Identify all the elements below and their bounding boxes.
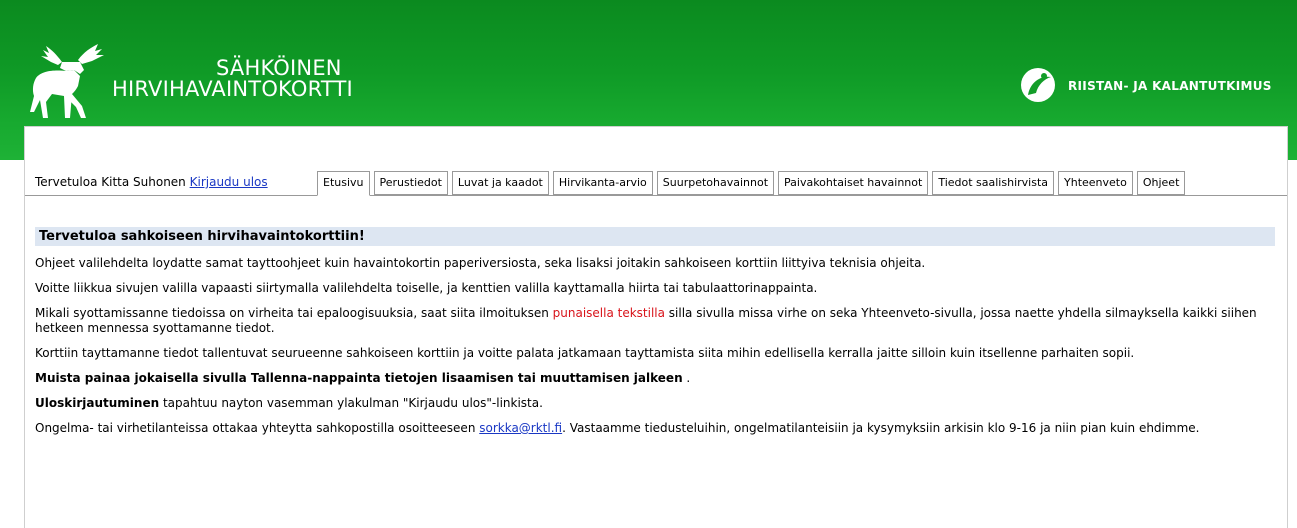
main-panel: Tervetuloa Kitta Suhonen Kirjaudu ulos E… [24, 126, 1288, 528]
page-heading: Tervetuloa sahkoiseen hirvihavaintokortt… [35, 227, 1275, 246]
save-reminder-bold: Muista painaa jokaisella sivulla Tallenn… [35, 371, 683, 385]
paragraph-logout: Uloskirjautuminen tapahtuu nayton vasemm… [35, 396, 1275, 411]
org-name: RIISTAN- JA KALANTUTKIMUS [1068, 79, 1272, 93]
logout-bold: Uloskirjautuminen [35, 396, 160, 410]
tab-tiedot-saalishirvista[interactable]: Tiedot saalishirvista [932, 171, 1054, 195]
greeting-text: Tervetuloa Kitta Suhonen [35, 175, 186, 189]
contact-email-link[interactable]: sorkka@rktl.fi [479, 421, 562, 435]
contact-text-before: Ongelma- tai virhetilanteissa ottakaa yh… [35, 421, 480, 435]
save-reminder-after: . [682, 371, 691, 385]
paragraph-errors: Mikali syottamissanne tiedoissa on virhe… [35, 306, 1275, 336]
tab-suurpetohavainnot[interactable]: Suurpetohavainnot [656, 171, 775, 195]
app-title-line2: HIRVIHAVAINTOKORTTI [112, 77, 353, 101]
tab-yhteenveto[interactable]: Yhteenveto [1058, 171, 1133, 195]
tab-ohjeet[interactable]: Ohjeet [1136, 171, 1186, 195]
errors-text-before: Mikali syottamissanne tiedoissa on virhe… [35, 306, 553, 320]
tab-etusivu[interactable]: Etusivu [317, 171, 370, 196]
logout-text: tapahtuu nayton vasemman ylakulman "Kirj… [159, 396, 543, 410]
paragraph-instructions: Ohjeet valilehdelta loydatte samat taytt… [35, 256, 926, 270]
moose-logo-icon [30, 44, 104, 118]
paragraph-contact: Ongelma- tai virhetilanteissa ottakaa yh… [35, 421, 1275, 436]
paragraph-saving: Korttiin tayttamanne tiedot tallentuvat … [35, 346, 1135, 360]
app-title: SÄHKÖINEN HIRVIHAVAINTOKORTTI [112, 58, 353, 100]
app-title-line1: SÄHKÖINEN [216, 56, 342, 80]
page-content: Tervetuloa sahkoiseen hirvihavaintokortt… [35, 227, 1275, 446]
tab-paivakohtaiset-havainnot[interactable]: Paivakohtaiset havainnot [778, 171, 929, 195]
paragraph-save-reminder: Muista painaa jokaisella sivulla Tallenn… [35, 371, 1275, 386]
tab-hirvikanta-arvio[interactable]: Hirvikanta-arvio [552, 171, 653, 195]
logout-link[interactable]: Kirjaudu ulos [190, 175, 268, 189]
rktl-logo-icon [1021, 68, 1055, 102]
user-greeting: Tervetuloa Kitta Suhonen Kirjaudu ulos [35, 175, 268, 189]
tab-luvat-ja-kaadot[interactable]: Luvat ja kaadot [451, 171, 549, 195]
contact-text-after: . Vastaamme tiedusteluihin, ongelmatilan… [562, 421, 1200, 435]
errors-red-text: punaisella tekstilla [552, 306, 665, 320]
tab-perustiedot[interactable]: Perustiedot [373, 171, 448, 195]
paragraph-navigation: Voitte liikkua sivujen valilla vapaasti … [35, 281, 818, 295]
tab-list: Etusivu Perustiedot Luvat ja kaadot Hirv… [317, 171, 1189, 196]
